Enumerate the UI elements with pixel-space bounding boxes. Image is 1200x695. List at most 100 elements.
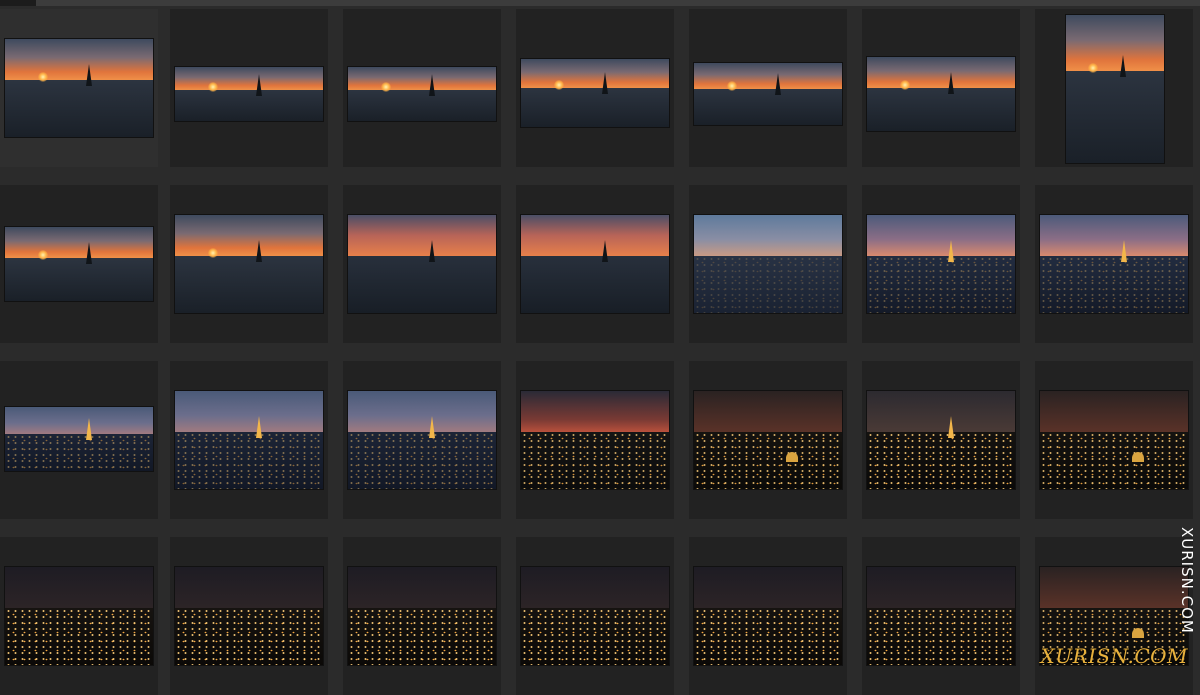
thumbnail-cell[interactable] [516, 185, 674, 343]
thumbnail-cell[interactable] [862, 361, 1020, 519]
thumbnail-sky [694, 567, 842, 608]
thumbnail-cell[interactable] [0, 185, 158, 343]
thumbnail-city [5, 80, 153, 137]
photo-thumbnail[interactable] [5, 567, 153, 665]
photo-thumbnail[interactable] [867, 391, 1015, 489]
photo-thumbnail[interactable] [5, 227, 153, 301]
thumbnail-cell[interactable] [862, 185, 1020, 343]
thumbnail-cell[interactable] [1035, 185, 1193, 343]
photo-thumbnail[interactable] [867, 567, 1015, 665]
thumbnail-cell[interactable] [516, 537, 674, 695]
thumbnail-cell[interactable] [516, 9, 674, 167]
photo-thumbnail[interactable] [521, 59, 669, 127]
thumbnail-sun [1088, 63, 1098, 73]
thumbnail-cell[interactable] [862, 537, 1020, 695]
thumbnail-city-lights [867, 432, 1015, 489]
thumbnail-sky [175, 567, 323, 608]
eiffel-tower-shape [86, 418, 92, 440]
photo-thumbnail[interactable] [867, 215, 1015, 313]
photo-thumbnail[interactable] [348, 391, 496, 489]
photo-thumbnail[interactable] [175, 567, 323, 665]
thumbnail-sky [521, 391, 669, 432]
photo-thumbnail[interactable] [348, 567, 496, 665]
thumbnail-cell[interactable] [689, 537, 847, 695]
eiffel-tower-shape [948, 72, 954, 94]
photo-thumbnail[interactable] [694, 567, 842, 665]
thumbnail-sky [694, 391, 842, 432]
thumbnail-sky [521, 215, 669, 256]
thumbnail-city-lights [521, 432, 669, 489]
thumbnail-cell[interactable] [1035, 361, 1193, 519]
photo-thumbnail[interactable] [175, 215, 323, 313]
thumbnail-cell[interactable] [170, 361, 328, 519]
photo-thumbnail[interactable] [867, 57, 1015, 131]
thumbnail-sun [38, 72, 48, 82]
photo-thumbnail[interactable] [1040, 215, 1188, 313]
photo-thumbnail[interactable] [694, 215, 842, 313]
thumbnail-city-lights [521, 608, 669, 665]
thumbnail-sun [554, 80, 564, 90]
thumbnail-city-lights [694, 432, 842, 489]
photo-thumbnail[interactable] [521, 391, 669, 489]
thumbnail-city [5, 258, 153, 301]
thumbnail-cell[interactable] [689, 185, 847, 343]
thumbnail-sky [1040, 391, 1188, 432]
thumbnail-cell[interactable] [343, 185, 501, 343]
thumbnail-cell[interactable] [0, 9, 158, 167]
thumbnail-sun [208, 82, 218, 92]
thumbnail-city [521, 88, 669, 127]
photo-thumbnail[interactable] [5, 39, 153, 137]
photo-thumbnail[interactable] [175, 391, 323, 489]
thumbnail-sky [175, 67, 323, 90]
thumbnail-cell[interactable] [689, 361, 847, 519]
thumbnail-cell[interactable] [343, 537, 501, 695]
thumbnail-sun [381, 82, 391, 92]
thumbnail-sky [867, 57, 1015, 88]
eiffel-tower-shape [1120, 55, 1126, 77]
thumbnail-cell[interactable] [0, 537, 158, 695]
thumbnail-sky [1066, 15, 1164, 71]
photo-thumbnail[interactable] [348, 67, 496, 121]
eiffel-tower-shape [602, 240, 608, 262]
thumbnail-sky [694, 215, 842, 256]
photo-thumbnail[interactable] [5, 407, 153, 471]
thumbnail-cell[interactable] [0, 361, 158, 519]
thumbnail-cell[interactable] [1035, 9, 1193, 167]
photo-thumbnail[interactable] [521, 567, 669, 665]
thumbnail-cell[interactable] [170, 185, 328, 343]
thumbnail-cell[interactable] [1035, 537, 1193, 695]
photo-thumbnail[interactable] [348, 215, 496, 313]
thumbnail-cell[interactable] [689, 9, 847, 167]
thumbnail-sun [727, 81, 737, 91]
eiffel-tower-shape [429, 74, 435, 96]
thumbnail-sky [5, 227, 153, 258]
thumbnail-cell[interactable] [170, 9, 328, 167]
thumbnail-city [348, 256, 496, 313]
photo-thumbnail[interactable] [694, 63, 842, 125]
thumbnail-cell[interactable] [343, 361, 501, 519]
thumbnail-city [694, 89, 842, 125]
photo-thumbnail[interactable] [521, 215, 669, 313]
thumbnail-sun [208, 248, 218, 258]
photo-thumbnail[interactable] [1040, 391, 1188, 489]
thumbnail-sky [867, 391, 1015, 432]
photo-thumbnail[interactable] [694, 391, 842, 489]
photo-thumbnail[interactable] [175, 67, 323, 121]
thumbnail-cell[interactable] [343, 9, 501, 167]
thumbnail-cell[interactable] [516, 361, 674, 519]
thumbnail-sky [348, 567, 496, 608]
thumbnail-sky [867, 215, 1015, 256]
thumbnail-sky [348, 67, 496, 90]
thumbnail-sky [521, 567, 669, 608]
thumbnail-sky [1040, 215, 1188, 256]
thumbnail-sky [694, 63, 842, 89]
thumbnail-cell[interactable] [170, 537, 328, 695]
thumbnail-cell[interactable] [862, 9, 1020, 167]
thumbnail-sky [175, 391, 323, 432]
dome-shape [786, 452, 798, 462]
thumbnail-city-lights [867, 608, 1015, 665]
thumbnail-city [521, 256, 669, 313]
photo-thumbnail[interactable] [1066, 15, 1164, 163]
thumbnail-sky [1040, 567, 1188, 608]
thumbnail-sky [5, 39, 153, 80]
